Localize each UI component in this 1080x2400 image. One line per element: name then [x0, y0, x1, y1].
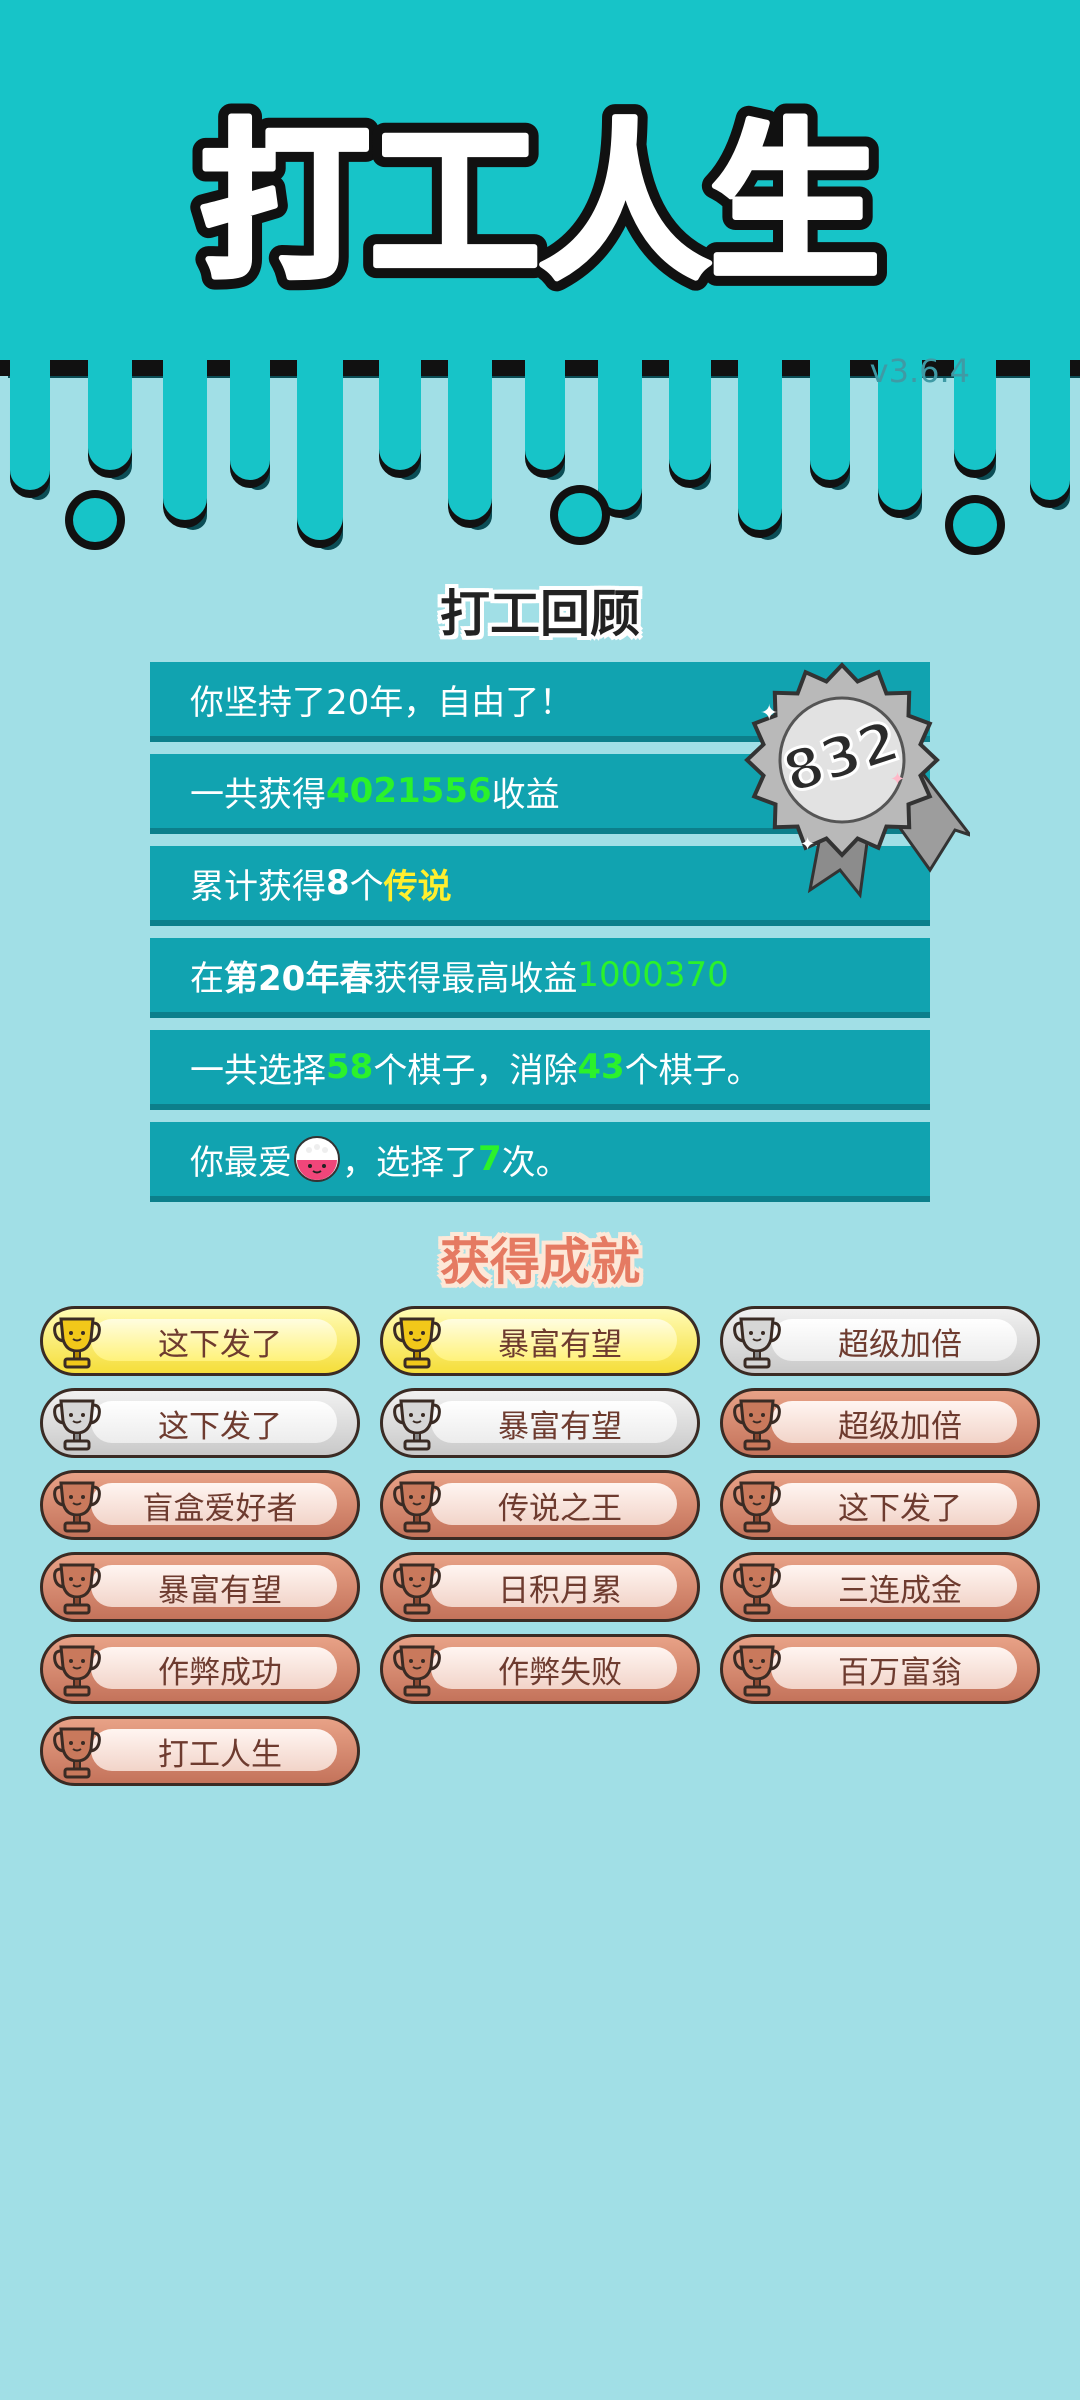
trophy-icon [393, 1399, 441, 1451]
achievement-label: 打工人生 [158, 1736, 282, 1773]
app-title: 打工人生 [200, 105, 880, 303]
trophy-icon [393, 1481, 441, 1533]
trophy-icon [53, 1645, 101, 1697]
achievement-label: 百万富翁 [838, 1654, 962, 1691]
achievement-label: 作弊成功 [158, 1654, 282, 1691]
header-drip-background: 打工人生 打工人生 [0, 0, 1080, 555]
achievement-badge[interactable]: 盲盒爱好者 [40, 1470, 360, 1540]
review-text: 一共选择 [190, 1050, 326, 1091]
trophy-icon [53, 1399, 101, 1451]
achievement-label: 日积月累 [498, 1572, 622, 1609]
trophy-icon [393, 1645, 441, 1697]
trophy-icon [53, 1481, 101, 1533]
trophy-icon [733, 1563, 781, 1615]
achievement-badge[interactable]: 暴富有望 [40, 1552, 360, 1622]
achievement-badge[interactable]: 这下发了 [40, 1306, 360, 1376]
review-text: 你最爱 [190, 1142, 292, 1183]
trophy-icon [733, 1399, 781, 1451]
review-text: 次。 [501, 1142, 570, 1183]
review-text: 43 [577, 1047, 625, 1087]
trophy-icon [733, 1317, 781, 1369]
achievement-badge[interactable]: 作弊成功 [40, 1634, 360, 1704]
review-text: 4021556 [326, 771, 492, 811]
achievement-badge[interactable]: 超级加倍 [720, 1306, 1040, 1376]
review-row: 在 第20年春 获得最高收益 1000370 [150, 938, 930, 1018]
achievement-badge[interactable]: 日积月累 [380, 1552, 700, 1622]
trophy-icon [393, 1317, 441, 1369]
achievement-label: 三连成金 [838, 1572, 962, 1609]
achievement-label: 暴富有望 [158, 1572, 282, 1609]
review-text: 累计获得 [190, 866, 326, 907]
achievement-label: 传说之王 [498, 1490, 622, 1527]
achievement-badge[interactable]: 这下发了 [40, 1388, 360, 1458]
review-text: ，选择了 [342, 1142, 478, 1183]
achievement-label: 盲盒爱好者 [142, 1490, 298, 1527]
achievement-label: 作弊失败 [498, 1654, 622, 1691]
achievement-label: 这下发了 [158, 1326, 282, 1363]
score-medal-icon: 832 ✦ ✦ ✦ [744, 662, 970, 899]
review-text: 个棋子。 [624, 1050, 761, 1091]
achievement-label: 超级加倍 [838, 1408, 962, 1445]
trophy-icon [393, 1563, 441, 1615]
review-text: 7 [478, 1139, 502, 1179]
achievement-badge[interactable]: 这下发了 [720, 1470, 1040, 1540]
review-text: 个棋子，消除 [373, 1050, 578, 1091]
review-text: 获得最高收益 [373, 958, 578, 999]
review-text: 收益 [491, 774, 560, 815]
review-text: 8 [326, 863, 350, 903]
review-text: 在 [190, 958, 224, 999]
achievement-badge[interactable]: 打工人生 [40, 1716, 360, 1786]
review-text: 58 [326, 1047, 374, 1087]
review-title: 打工回顾 [440, 585, 640, 643]
svg-text:✦: ✦ [760, 701, 778, 726]
rice-bowl-icon [294, 1136, 340, 1182]
achievement-badge[interactable]: 三连成金 [720, 1552, 1040, 1622]
svg-text:✦: ✦ [800, 834, 815, 855]
trophy-icon [53, 1727, 101, 1779]
achievement-label: 超级加倍 [838, 1326, 962, 1363]
trophy-icon [53, 1563, 101, 1615]
trophy-icon [733, 1645, 781, 1697]
review-row: 你最爱 ，选择了 7 次。 [150, 1122, 930, 1202]
achievement-label: 这下发了 [838, 1490, 962, 1527]
review-text: 一共获得 [190, 774, 326, 815]
achievements-title: 获得成就 [440, 1233, 640, 1291]
achievement-badge[interactable]: 暴富有望 [380, 1306, 700, 1376]
achievement-label: 这下发了 [158, 1408, 282, 1445]
trophy-icon [53, 1317, 101, 1369]
review-text: 1000370 [577, 955, 729, 995]
achievement-badge[interactable]: 百万富翁 [720, 1634, 1040, 1704]
review-text: 第20年春 [224, 958, 374, 999]
version-label: v3.6.4 [869, 352, 970, 390]
trophy-icon [733, 1481, 781, 1533]
review-text: 个 [349, 866, 384, 907]
achievement-badge[interactable]: 作弊失败 [380, 1634, 700, 1704]
achievement-badge[interactable]: 暴富有望 [380, 1388, 700, 1458]
svg-text:✦: ✦ [890, 769, 905, 790]
review-text: 传说 [383, 866, 452, 907]
achievement-badge[interactable]: 超级加倍 [720, 1388, 1040, 1458]
achievement-label: 暴富有望 [498, 1408, 622, 1445]
achievement-badge[interactable]: 传说之王 [380, 1470, 700, 1540]
review-text: 你坚持了20年，自由了！ [190, 682, 574, 723]
review-row: 一共选择 58 个棋子，消除 43 个棋子。 [150, 1030, 930, 1110]
achievement-label: 暴富有望 [498, 1326, 622, 1363]
